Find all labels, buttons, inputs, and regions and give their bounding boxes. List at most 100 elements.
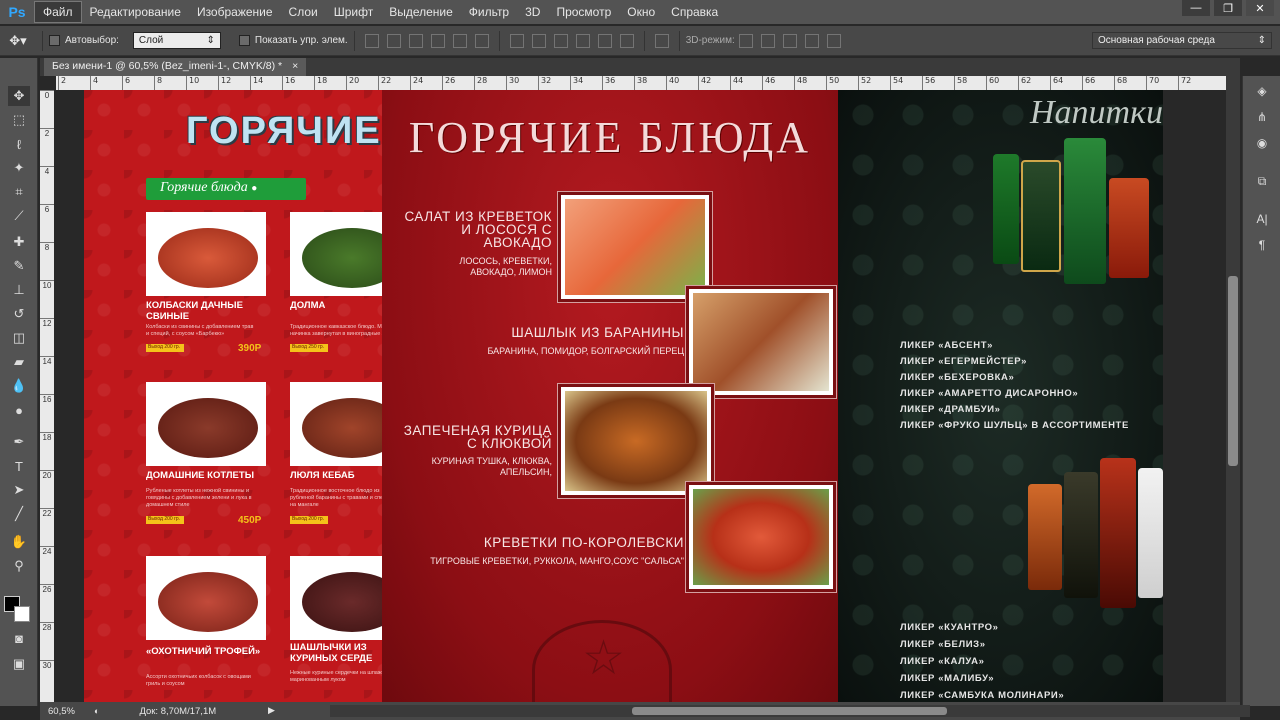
align-left-icon[interactable] — [430, 33, 445, 48]
history-icon[interactable]: ⧉ — [1253, 172, 1271, 190]
horizontal-scrollbar[interactable] — [330, 705, 1250, 717]
brush-tool-icon[interactable]: ✎ — [8, 256, 30, 276]
drink-item: ЛИКЕР «САМБУКА МОЛИНАРИ» — [900, 690, 1065, 701]
align-top-icon[interactable] — [364, 33, 379, 48]
eyedropper-icon[interactable]: ⟋ — [8, 206, 30, 226]
kahlua-bottle — [1100, 458, 1136, 608]
crop-tool-icon[interactable]: ⌗ — [8, 182, 30, 202]
menu-type[interactable]: Шрифт — [326, 2, 381, 22]
dish-photo-frame — [685, 481, 837, 593]
menu-view[interactable]: Просмотр — [548, 2, 619, 22]
drink-item: ЛИКЕР «ЕГЕРМЕЙСТЕР» — [900, 356, 1028, 367]
3d-slide-icon[interactable] — [804, 33, 819, 48]
drink-item: ЛИКЕР «КУАНТРО» — [900, 622, 999, 633]
workspace-dropdown[interactable]: Основная рабочая среда ⇕ — [1092, 32, 1272, 49]
lasso-tool-icon[interactable]: ℓ — [8, 134, 30, 154]
eraser-tool-icon[interactable]: ◫ — [8, 328, 30, 348]
distribute-vcenter-icon[interactable] — [531, 33, 546, 48]
window-controls: — ❐ ✕ — [1182, 0, 1274, 16]
separator — [353, 30, 355, 51]
adjust-icon[interactable]: ⋔ — [1253, 108, 1271, 126]
dodge-tool-icon[interactable]: ● — [8, 400, 30, 420]
align-right-icon[interactable] — [474, 33, 489, 48]
distribute-hcenter-icon[interactable] — [597, 33, 612, 48]
distribute-bottom-icon[interactable] — [553, 33, 568, 48]
align-hcenter-icon[interactable] — [452, 33, 467, 48]
food-name: ЛЮЛЯ КЕБАБ — [290, 470, 355, 481]
auto-align-icon[interactable] — [654, 33, 669, 48]
character-icon[interactable]: A| — [1253, 210, 1271, 228]
mode-3d-label: 3D-режим: — [685, 35, 735, 46]
scroll-thumb[interactable] — [1228, 276, 1238, 466]
pen-tool-icon[interactable]: ✒ — [8, 432, 30, 452]
ruler-tick: 20 — [346, 76, 359, 90]
styles-icon[interactable]: ◉ — [1253, 134, 1271, 152]
menu-filter[interactable]: Фильтр — [461, 2, 517, 22]
paragraph-icon[interactable]: ¶ — [1253, 236, 1271, 254]
type-tool-icon[interactable]: T — [8, 456, 30, 476]
menu-edit[interactable]: Редактирование — [82, 2, 189, 22]
distribute-left-icon[interactable] — [575, 33, 590, 48]
dish-name: ШАШЛЫК ИЗ БАРАНИНЫ — [511, 325, 684, 340]
close-tab-icon[interactable]: × — [292, 60, 298, 74]
ruler-tick: 64 — [1050, 76, 1063, 90]
ruler-tick: 16 — [282, 76, 295, 90]
close-button[interactable]: ✕ — [1246, 0, 1274, 16]
cutlets-photo — [158, 398, 258, 458]
zoom-level[interactable]: 60,5% — [48, 706, 88, 717]
status-info-icon[interactable]: ◐ — [94, 706, 99, 716]
ruler-tick: 36 — [602, 76, 615, 90]
menu-help[interactable]: Справка — [663, 2, 726, 22]
menu-select[interactable]: Выделение — [381, 2, 461, 22]
menu-file[interactable]: Файл — [34, 1, 82, 23]
3d-roll-icon[interactable] — [760, 33, 775, 48]
page-title: ГОРЯЧИЕ БЛЮДА — [408, 113, 812, 162]
blur-tool-icon[interactable]: 💧 — [8, 376, 30, 396]
document-tab[interactable]: Без имени-1 @ 60,5% (Bez_imeni-1-, CMYK/… — [44, 58, 307, 76]
page-title: Напитки — [1030, 94, 1163, 131]
document-canvas[interactable]: ГОРЯЧИЕ Б Горячие блюда ● КОЛБАСКИ ДАЧНЫ… — [56, 90, 1226, 702]
background-color-swatch[interactable] — [14, 606, 30, 622]
line-tool-icon[interactable]: ╱ — [8, 504, 30, 524]
zoom-tool-icon[interactable]: ⚲ — [8, 556, 30, 576]
healing-brush-icon[interactable]: ✚ — [8, 232, 30, 252]
autoselect-dropdown[interactable]: Слой ⇕ — [132, 32, 221, 49]
screen-mode-icon[interactable]: ▣ — [8, 654, 30, 674]
distribute-top-icon[interactable] — [509, 33, 524, 48]
distribute-right-icon[interactable] — [619, 33, 634, 48]
show-controls-checkbox[interactable] — [238, 35, 250, 46]
move-tool-icon[interactable]: ✥ — [8, 86, 30, 106]
scroll-thumb[interactable] — [632, 707, 947, 715]
marquee-tool-icon[interactable]: ⬚ — [8, 110, 30, 130]
menu-3d[interactable]: 3D — [517, 2, 548, 22]
align-vcenter-icon[interactable] — [386, 33, 401, 48]
vertical-scrollbar[interactable] — [1226, 76, 1240, 706]
page-title: ГОРЯЧИЕ Б — [186, 110, 382, 152]
menu-layers[interactable]: Слои — [281, 2, 326, 22]
menu-window[interactable]: Окно — [619, 2, 663, 22]
gradient-tool-icon[interactable]: ▰ — [8, 352, 30, 372]
dish-name: КРЕВЕТКИ ПО-КОРОЛЕВСКИ — [483, 535, 684, 550]
history-brush-icon[interactable]: ↺ — [8, 304, 30, 324]
menu-page-drinks: Напитки ЛИКЕР «АБСЕНТ» ЛИКЕР «ЕГЕРМЕЙСТЕ… — [838, 90, 1163, 702]
hand-tool-icon[interactable]: ✋ — [8, 532, 30, 552]
layers-icon[interactable]: ◈ — [1253, 82, 1271, 100]
quick-mask-icon[interactable]: ◙ — [8, 628, 30, 648]
path-select-icon[interactable]: ➤ — [8, 480, 30, 500]
3d-pan-icon[interactable] — [782, 33, 797, 48]
move-tool-icon[interactable]: ✥▾ — [0, 33, 36, 49]
ruler-tick: 6 — [122, 76, 130, 90]
ruler-tick: 10 — [186, 76, 199, 90]
food-desc: Ассорти охотничьих колбасок с овощами гр… — [146, 674, 251, 687]
autoselect-checkbox[interactable] — [49, 35, 60, 46]
3d-orbit-icon[interactable] — [738, 33, 753, 48]
3d-scale-icon[interactable] — [826, 33, 841, 48]
status-menu-arrow-icon[interactable]: ▶ — [268, 705, 275, 716]
kebab-photo — [302, 398, 382, 458]
stamp-tool-icon[interactable]: ⊥ — [8, 280, 30, 300]
align-bottom-icon[interactable] — [408, 33, 423, 48]
restore-button[interactable]: ❐ — [1214, 0, 1242, 16]
menu-image[interactable]: Изображение — [189, 2, 281, 22]
minimize-button[interactable]: — — [1182, 0, 1210, 16]
magic-wand-icon[interactable]: ✦ — [8, 158, 30, 178]
